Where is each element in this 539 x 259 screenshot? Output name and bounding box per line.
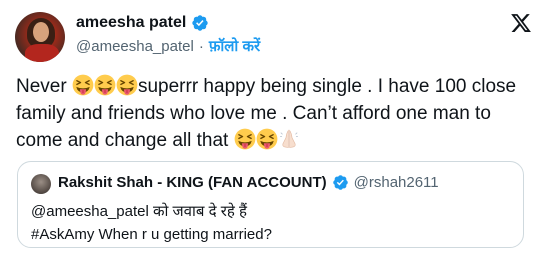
- squinting-face-with-tongue-icon: [234, 128, 256, 150]
- tweet-text-part-1: Never: [16, 76, 72, 97]
- x-logo-icon[interactable]: [510, 12, 532, 34]
- quoted-author-handle[interactable]: @rshah2611: [354, 174, 439, 191]
- squinting-face-with-tongue-icon: [94, 74, 116, 96]
- verified-badge-icon: [191, 14, 209, 32]
- squinting-face-with-tongue-icon: [256, 128, 278, 150]
- quoted-author-row: Rakshit Shah - KING (FAN ACCOUNT) @rshah…: [58, 174, 439, 191]
- author-name-row[interactable]: ameesha patel: [76, 14, 209, 32]
- quoted-reply-context: @ameesha_patel को जवाब दे रहे हैं: [31, 203, 247, 220]
- avatar-face: [33, 22, 49, 42]
- verified-badge-icon: [332, 174, 349, 191]
- author-display-name[interactable]: ameesha patel: [76, 14, 186, 32]
- folded-hands-icon: [278, 128, 300, 150]
- quoted-tweet-text: #AskAmy When r u getting married?: [31, 226, 272, 243]
- quoted-author-avatar[interactable]: [31, 174, 51, 194]
- author-avatar[interactable]: [15, 12, 65, 62]
- author-handle[interactable]: @ameesha_patel: [76, 38, 194, 55]
- author-handle-row: @ameesha_patel · फ़ॉलो करें: [76, 36, 260, 56]
- separator-dot: ·: [198, 37, 204, 55]
- follow-button[interactable]: फ़ॉलो करें: [209, 36, 260, 56]
- quoted-author-name[interactable]: Rakshit Shah - KING (FAN ACCOUNT): [58, 174, 327, 191]
- squinting-face-with-tongue-icon: [72, 74, 94, 96]
- avatar-dress: [25, 44, 59, 62]
- tweet-text: Never superrr happy being single . I hav…: [16, 73, 526, 154]
- squinting-face-with-tongue-icon: [116, 74, 138, 96]
- quoted-tweet-card[interactable]: Rakshit Shah - KING (FAN ACCOUNT) @rshah…: [17, 161, 524, 248]
